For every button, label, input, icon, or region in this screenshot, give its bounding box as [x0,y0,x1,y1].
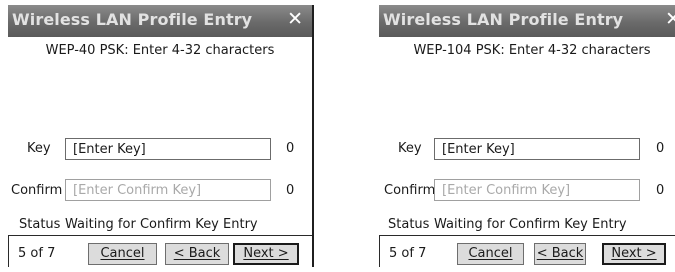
title-bar: Wireless LAN Profile Entry ✕ [8,5,312,37]
next-button[interactable]: Next > [233,243,299,265]
back-button[interactable]: < Back [534,243,586,265]
close-icon[interactable]: ✕ [287,8,303,30]
footer-edge [379,235,380,267]
cancel-button[interactable]: Cancel [457,243,524,265]
key-label: Key [27,141,51,156]
wlan-profile-dialog-wep104: Wireless LAN Profile Entry ✕ WEP-104 PSK… [379,5,675,267]
status-label: Status [19,217,61,232]
dialog-title: Wireless LAN Profile Entry [383,10,624,29]
footer-divider [8,235,312,236]
confirm-key-input[interactable]: [Enter Confirm Key] [65,179,271,201]
dialog-title: Wireless LAN Profile Entry [12,10,253,29]
instruction-text: WEP-40 PSK: Enter 4-32 characters [45,43,275,58]
confirm-label: Confirm [384,183,436,198]
key-input[interactable]: [Enter Key] [434,138,640,160]
page-indicator: 5 of 7 [389,246,427,261]
footer-edge [8,235,9,267]
key-label: Key [398,141,422,156]
cancel-button[interactable]: Cancel [88,243,157,265]
confirm-char-count: 0 [656,183,665,198]
back-button[interactable]: < Back [165,243,229,265]
status-label: Status [388,217,430,232]
key-char-count: 0 [656,141,665,156]
confirm-label: Confirm [11,183,63,198]
status-value: Waiting for Confirm Key Entry [65,217,258,232]
confirm-char-count: 0 [286,183,295,198]
footer-divider [379,235,675,236]
key-char-count: 0 [286,141,295,156]
title-bar: Wireless LAN Profile Entry ✕ [379,5,675,37]
next-button[interactable]: Next > [602,243,666,265]
key-input[interactable]: [Enter Key] [65,138,271,160]
confirm-key-input[interactable]: [Enter Confirm Key] [434,179,640,201]
instruction-text: WEP-104 PSK: Enter 4-32 characters [413,43,651,58]
close-icon[interactable]: ✕ [665,8,675,30]
wlan-profile-dialog-wep40: Wireless LAN Profile Entry ✕ WEP-40 PSK:… [8,5,314,267]
status-value: Waiting for Confirm Key Entry [434,217,627,232]
page-indicator: 5 of 7 [18,246,56,261]
